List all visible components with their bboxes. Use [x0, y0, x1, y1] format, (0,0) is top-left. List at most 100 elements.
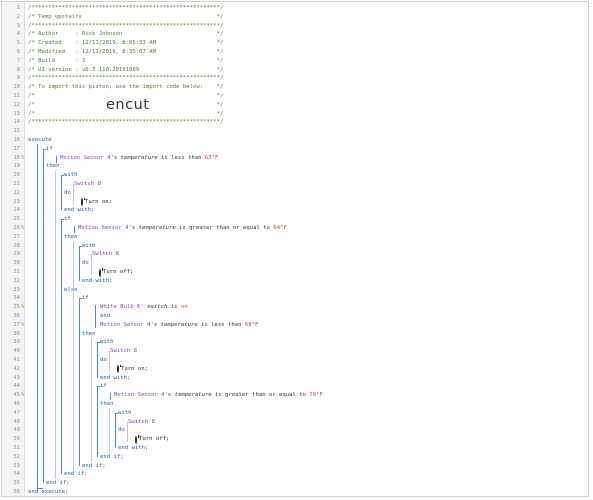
block-guide — [91, 254, 92, 275]
line-number: 53 — [13, 462, 20, 469]
block-guide — [43, 148, 46, 150]
block-guide — [61, 219, 64, 221]
with-keyword: with — [118, 409, 132, 416]
line-number: 38 — [13, 330, 20, 337]
with-keyword: with — [100, 339, 114, 346]
do-keyword: do — [118, 427, 125, 434]
power-icon — [99, 268, 101, 277]
command-line: Turn off; — [99, 268, 133, 277]
with-keyword: with — [64, 172, 78, 179]
line-number: 49 — [13, 427, 20, 434]
line-number: 11 — [13, 93, 20, 99]
line-number: 50 — [13, 436, 20, 443]
line-number: 43 — [13, 374, 20, 381]
line-number: 2 — [16, 13, 20, 20]
line-number: 24 — [13, 207, 20, 214]
warning-icon[interactable]: % — [21, 321, 24, 330]
line-number: 17 — [13, 145, 20, 152]
block-guide — [109, 351, 110, 372]
import-code[interactable]: encut — [106, 97, 149, 113]
comment-line: /* To import this piston, use the import… — [28, 84, 224, 91]
line-number: 34 — [13, 295, 20, 302]
line-number: 16 — [13, 137, 20, 143]
block-guide — [73, 184, 74, 205]
device-line: Switch 8 — [92, 251, 119, 258]
condition-line: White Bulb 6' switch is on — [100, 304, 188, 311]
comment-line: /* Created : 12/11/2019, 8:05:33 AM */ — [28, 40, 224, 47]
line-number: 40 — [13, 348, 20, 355]
block-guide — [37, 144, 38, 492]
line-number: 36 — [13, 313, 20, 319]
execute-keyword: execute — [28, 137, 52, 143]
line-number: 32 — [13, 277, 20, 284]
do-keyword: do — [82, 260, 89, 267]
condition-line: Motion Sensor 4's temperature is less th… — [60, 154, 219, 161]
line-number: 46 — [13, 401, 20, 407]
block-guide — [61, 175, 62, 211]
comment-line: /* UI version : v0.3.110.20191009 */ — [28, 66, 224, 73]
do-keyword: do — [64, 189, 71, 196]
warning-icon[interactable]: % — [21, 391, 24, 400]
line-number: 12 — [13, 101, 20, 108]
line-number: 15 — [13, 128, 20, 135]
line-number: 22 — [13, 189, 20, 196]
block-guide — [97, 342, 98, 378]
device-line: Switch 8 — [110, 348, 137, 355]
line-number: 27 — [13, 233, 20, 240]
line-number: 10 — [13, 84, 20, 91]
comment-line: /***************************************… — [28, 75, 224, 82]
line-number: 3 — [16, 22, 20, 29]
block-guide — [61, 175, 64, 177]
then-keyword: then — [100, 401, 114, 407]
block-guide — [73, 241, 74, 470]
line-number: 31 — [13, 269, 20, 275]
power-icon — [117, 365, 119, 374]
code-editor[interactable]: 1 2 3 4 5 6 7 8 9 10 11 12 13 14 15 16 17 18% 19 20 21 22 23 24… — [1, 1, 589, 497]
line-number: 30 — [13, 260, 20, 267]
line-number: 9 — [16, 75, 20, 82]
line-number: 33 — [13, 286, 20, 293]
line-number: 6 — [16, 49, 20, 55]
line-number: 18 — [13, 154, 20, 161]
condition-line: Motion Sensor 4's temperature is greater… — [114, 392, 323, 399]
warning-icon[interactable]: % — [21, 154, 24, 163]
block-guide — [97, 342, 100, 344]
end-with: end with; — [118, 445, 149, 451]
line-number: 28 — [13, 242, 20, 249]
block-guide — [55, 170, 56, 479]
if-keyword: if — [46, 145, 53, 152]
warning-icon[interactable]: % — [21, 303, 24, 312]
comment-line: /* Build : 3 */ — [28, 57, 224, 64]
if-keyword: if — [64, 216, 71, 223]
comment-line: /* Modified : 12/11/2019, 8:35:07 AM */ — [28, 49, 224, 55]
then-keyword: then — [82, 330, 96, 337]
block-guide — [79, 298, 82, 300]
condition-line: Motion Sensor 4's temperature is greater… — [78, 225, 287, 231]
line-number: 13 — [13, 110, 20, 117]
comment-line: /***************************************… — [28, 22, 224, 29]
line-number: 37 — [13, 321, 20, 328]
block-guide — [115, 412, 116, 448]
end-if: end if; — [64, 471, 88, 478]
then-keyword: then — [46, 163, 60, 170]
line-number: 8 — [16, 66, 20, 73]
line-number: 35 — [13, 304, 20, 311]
block-guide — [79, 245, 82, 247]
end-with: end with; — [64, 207, 95, 214]
line-number: 23 — [13, 198, 20, 205]
line-number: 14 — [13, 119, 20, 126]
block-guide — [79, 298, 80, 466]
condition-line: Motion Sensor 4's temperature is less th… — [100, 321, 259, 328]
warning-icon[interactable]: % — [21, 224, 24, 233]
code-area[interactable]: /***************************************… — [28, 2, 588, 496]
line-number: 29 — [13, 251, 20, 258]
comment-line: /* Author : Rick Johnson */ — [28, 31, 224, 38]
line-number: 42 — [13, 365, 20, 372]
line-number: 20 — [13, 172, 20, 179]
with-keyword: with — [82, 242, 96, 249]
line-number: 55 — [13, 480, 20, 487]
block-guide — [127, 421, 128, 442]
block-guide — [110, 393, 111, 401]
comment-line: /***************************************… — [28, 119, 224, 126]
block-guide — [97, 386, 100, 388]
